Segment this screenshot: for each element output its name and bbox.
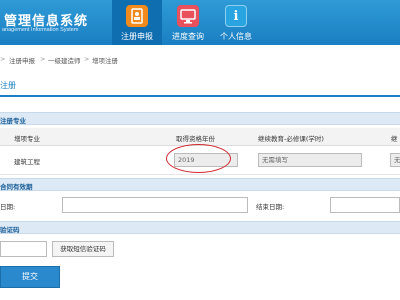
breadcrumb-item[interactable]: 一级建造师 (48, 55, 81, 65)
extra-field: 无 (390, 153, 400, 167)
breadcrumb-item[interactable]: 注册申报 (9, 55, 35, 65)
end-date-label: 结束日期: (256, 203, 285, 211)
get-sms-code-button[interactable]: 获取短信验证码 (52, 241, 114, 257)
breadcrumb-separator: > (0, 55, 6, 63)
education-field: 无需填写 (258, 153, 362, 167)
tab-bar: 注册 (0, 77, 400, 97)
register-icon (126, 5, 148, 27)
nav-register[interactable]: 注册申报 (112, 0, 162, 45)
column-header: 取得资格年份 (176, 135, 215, 143)
major-cell: 建筑工程 (14, 158, 40, 166)
section-contract: 合同有效期 (0, 178, 400, 191)
app-header: 管理信息系统 anagement Information System 注册申报… (0, 0, 400, 45)
column-header: 继续教育-必修课(学时) (258, 135, 324, 143)
end-date-input[interactable] (330, 197, 400, 213)
section-contract-title: 合同有效期 (0, 183, 33, 191)
submit-button[interactable]: 提交 (0, 266, 60, 288)
nav-progress[interactable]: 进度查询 (163, 0, 213, 45)
nav-profile-label: 个人信息 (220, 32, 252, 41)
code-input[interactable] (0, 241, 47, 257)
column-header: 继 (391, 135, 398, 143)
monitor-icon (177, 5, 199, 27)
start-date-input[interactable] (62, 197, 248, 213)
start-date-label: 日期: (0, 203, 16, 211)
breadcrumb-separator: > (84, 55, 90, 63)
highlight-circle (166, 144, 231, 173)
section-code-title: 验证码 (0, 226, 20, 234)
breadcrumb-separator: > (40, 55, 46, 63)
section-major: 注册专业 (0, 112, 400, 125)
breadcrumb: > 注册申报 > 一级建造师 > 增项注册 (0, 52, 400, 66)
tab-register[interactable]: 注册 (0, 80, 16, 91)
column-header: 增项专业 (14, 135, 40, 143)
nav-progress-label: 进度查询 (172, 32, 204, 41)
section-code: 验证码 (0, 221, 400, 234)
system-subtitle: anagement Information System (2, 27, 79, 33)
info-icon: i (225, 5, 247, 27)
breadcrumb-item-current: 增项注册 (92, 57, 118, 65)
nav-profile[interactable]: i 个人信息 (211, 0, 261, 45)
nav-register-label: 注册申报 (121, 32, 153, 41)
section-major-title: 注册专业 (0, 117, 26, 125)
